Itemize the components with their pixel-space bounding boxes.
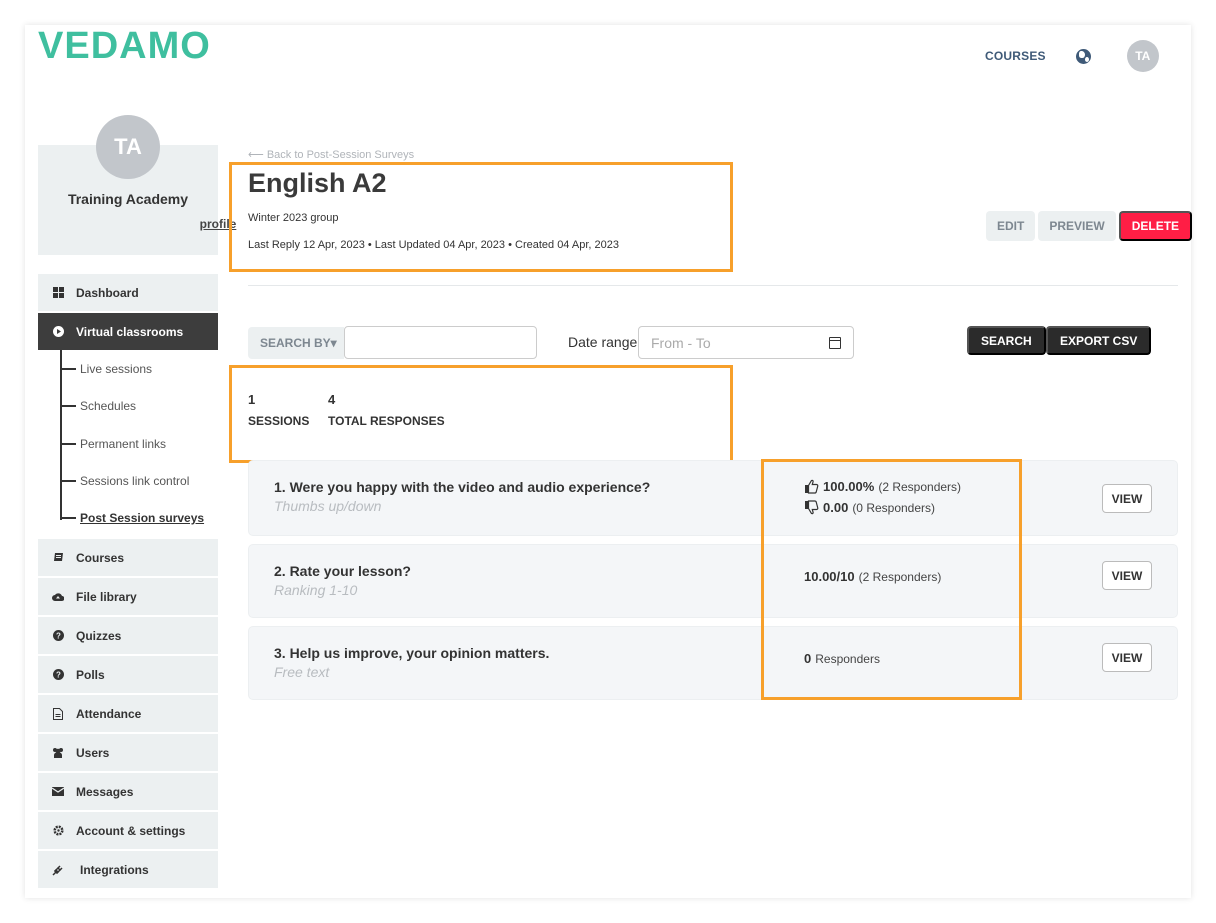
virtual-classrooms-subnav: Live sessions Schedules Permanent links … bbox=[60, 350, 220, 525]
subnav-item-live-sessions[interactable]: Live sessions bbox=[60, 362, 152, 376]
search-button[interactable]: SEARCH bbox=[967, 326, 1046, 355]
question-card: 1. Were you happy with the video and aud… bbox=[248, 460, 1178, 536]
grid-icon bbox=[52, 287, 64, 299]
vedamo-logo[interactable]: VEDAMO bbox=[38, 28, 220, 62]
search-by-dropdown[interactable]: SEARCH BY▾ bbox=[248, 327, 344, 359]
preview-button[interactable]: PREVIEW bbox=[1038, 211, 1116, 241]
sidebar-item-quizzes[interactable]: ? Quizzes bbox=[38, 617, 218, 654]
user-avatar[interactable]: TA bbox=[1126, 40, 1159, 72]
subnav-item-permanent-links[interactable]: Permanent links bbox=[60, 437, 166, 451]
question-type: Free text bbox=[274, 664, 330, 680]
edit-button[interactable]: EDIT bbox=[986, 211, 1036, 241]
sidebar-item-integrations[interactable]: Integrations bbox=[38, 851, 218, 888]
svg-text:VEDAMO: VEDAMO bbox=[38, 28, 211, 62]
date-range-placeholder: From - To bbox=[651, 334, 711, 351]
delete-button[interactable]: DELETE bbox=[1118, 211, 1193, 241]
question-card: 2. Rate your lesson? Ranking 1-10 10.00/… bbox=[248, 544, 1178, 618]
sidebar-item-messages[interactable]: Messages bbox=[38, 773, 218, 810]
sidebar-item-label: Virtual classrooms bbox=[76, 324, 184, 339]
cloud-upload-icon bbox=[52, 591, 64, 603]
page-title: English A2 bbox=[248, 168, 387, 198]
sidebar-item-virtual-classrooms[interactable]: Virtual classrooms bbox=[38, 313, 218, 350]
question-circle-icon: ? bbox=[52, 669, 64, 681]
question-type: Ranking 1-10 bbox=[274, 582, 358, 598]
sidebar-item-label: File library bbox=[76, 589, 137, 604]
sidebar-item-label: Account & settings bbox=[76, 823, 186, 838]
date-range-input[interactable]: From - To bbox=[638, 326, 854, 359]
question-title: 2. Rate your lesson? bbox=[274, 563, 411, 579]
document-icon bbox=[52, 707, 64, 720]
stat-label: TOTAL RESPONSES bbox=[328, 414, 445, 428]
stat-sessions: 1 SESSIONS bbox=[248, 392, 309, 428]
sidebar-item-label: Courses bbox=[76, 550, 125, 565]
play-circle-icon bbox=[52, 326, 64, 338]
question-card: 3. Help us improve, your opinion matters… bbox=[248, 626, 1178, 700]
view-button[interactable]: VIEW bbox=[1102, 484, 1152, 513]
gear-icon bbox=[52, 825, 64, 837]
sidebar-item-users[interactable]: Users bbox=[38, 734, 218, 771]
stat-value: 4 bbox=[328, 392, 336, 407]
sidebar-item-courses[interactable]: Courses bbox=[38, 539, 218, 576]
search-input[interactable] bbox=[344, 326, 537, 359]
top-nav: COURSES TA bbox=[985, 40, 1159, 72]
sidebar-item-attendance[interactable]: Attendance bbox=[38, 695, 218, 732]
sidebar-item-label: Users bbox=[76, 745, 110, 760]
divider bbox=[248, 285, 1178, 286]
question-circle-icon: ? bbox=[52, 630, 64, 642]
survey-actions: EDIT PREVIEW DELETE bbox=[986, 211, 1193, 241]
sidebar-item-label: Quizzes bbox=[76, 628, 122, 643]
sidebar-item-file-library[interactable]: File library bbox=[38, 578, 218, 615]
users-icon bbox=[52, 747, 64, 759]
stat-total-responses: 4 TOTAL RESPONSES bbox=[328, 392, 445, 428]
export-csv-button[interactable]: EXPORT CSV bbox=[1046, 326, 1152, 355]
survey-meta-dates: Last Reply 12 Apr, 2023 • Last Updated 0… bbox=[248, 239, 619, 251]
view-button[interactable]: VIEW bbox=[1102, 643, 1152, 672]
top-nav-courses-link[interactable]: COURSES bbox=[985, 49, 1046, 63]
sidebar-item-label: Integrations bbox=[80, 862, 149, 877]
question-title: 3. Help us improve, your opinion matters… bbox=[274, 645, 550, 661]
sidebar-item-label: Attendance bbox=[76, 706, 142, 721]
book-icon bbox=[52, 552, 64, 564]
sidebar-item-label: Messages bbox=[76, 784, 134, 799]
thumbs-up-icon bbox=[805, 479, 819, 494]
profile-avatar: TA bbox=[96, 115, 160, 179]
free-text-result: 0 Responders bbox=[804, 651, 880, 666]
ranking-result: 10.00/10 (2 Responders) bbox=[804, 569, 942, 584]
thumbs-down-result: 0.00 (0 Responders) bbox=[804, 500, 935, 515]
svg-text:?: ? bbox=[56, 632, 61, 641]
view-button[interactable]: VIEW bbox=[1102, 561, 1152, 590]
question-type: Thumbs up/down bbox=[274, 498, 382, 514]
stat-value: 1 bbox=[248, 392, 256, 407]
calendar-icon[interactable] bbox=[829, 336, 841, 349]
globe-icon[interactable] bbox=[1075, 48, 1091, 64]
thumbs-down-icon bbox=[805, 500, 819, 515]
envelope-icon bbox=[52, 786, 64, 798]
subnav-item-schedules[interactable]: Schedules bbox=[60, 399, 136, 413]
back-to-surveys-link[interactable]: ⟵ Back to Post-Session Surveys bbox=[248, 148, 414, 161]
svg-text:?: ? bbox=[56, 671, 61, 680]
sidebar-item-account-settings[interactable]: Account & settings bbox=[38, 812, 218, 849]
sidebar-item-label: Dashboard bbox=[76, 285, 139, 300]
plug-icon bbox=[52, 864, 64, 876]
sidebar-item-dashboard[interactable]: Dashboard bbox=[38, 274, 218, 311]
subnav-item-sessions-link-control[interactable]: Sessions link control bbox=[60, 474, 189, 488]
subnav-item-post-session-surveys[interactable]: Post Session surveys bbox=[60, 511, 204, 525]
stat-label: SESSIONS bbox=[248, 414, 310, 428]
survey-subtitle: Winter 2023 group bbox=[248, 212, 339, 224]
profile-name: Training Academy bbox=[67, 191, 189, 207]
question-title: 1. Were you happy with the video and aud… bbox=[274, 479, 651, 495]
sidebar-item-label: Polls bbox=[76, 667, 105, 682]
date-range-label: Date range bbox=[568, 334, 638, 350]
sidebar-item-polls[interactable]: ? Polls bbox=[38, 656, 218, 693]
thumbs-up-result: 100.00% (2 Responders) bbox=[804, 479, 961, 494]
